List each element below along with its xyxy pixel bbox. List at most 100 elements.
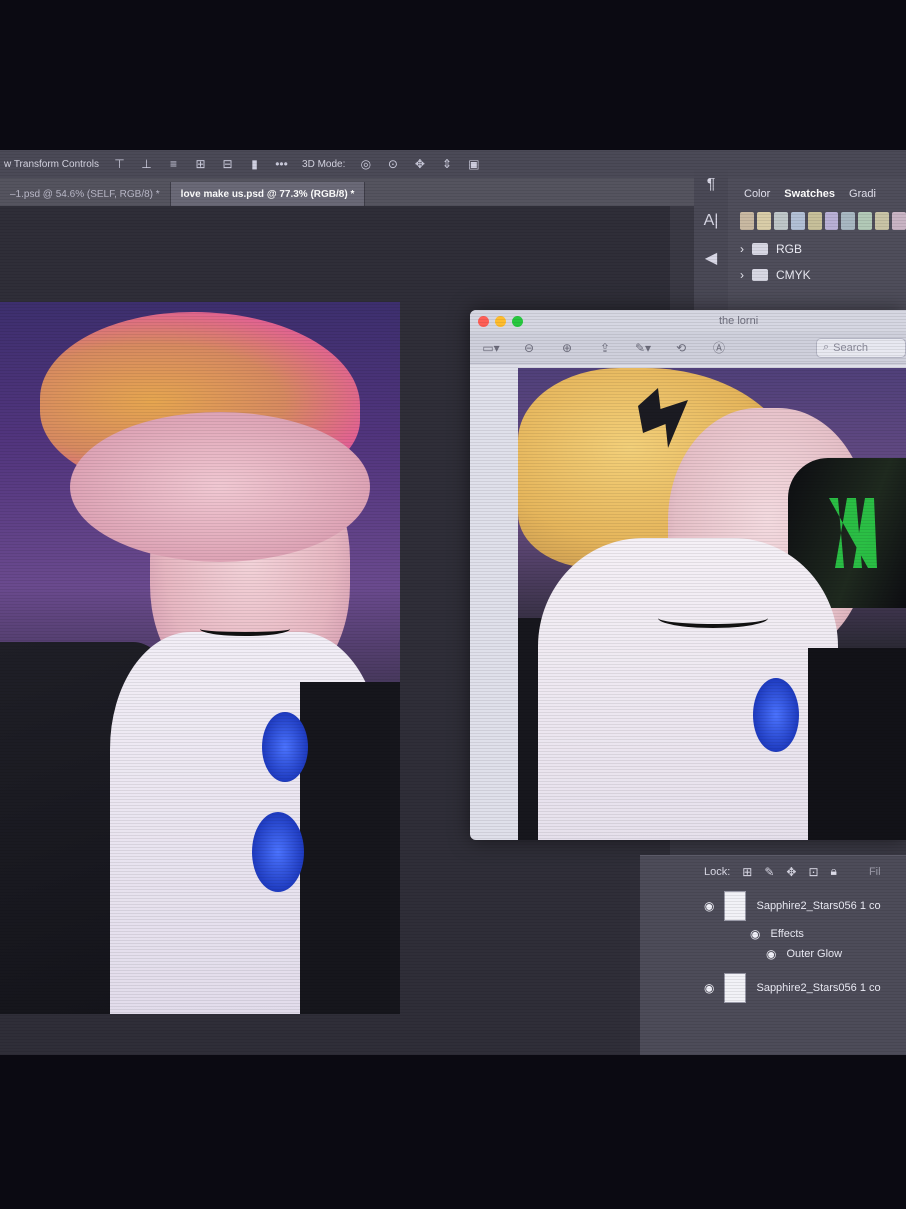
distribute-icon[interactable]: ⊞: [194, 157, 207, 171]
tab-document-1[interactable]: –1.psd @ 54.6% (SELF, RGB/8) *: [0, 182, 171, 206]
document-tabs: –1.psd @ 54.6% (SELF, RGB/8) * love make…: [0, 178, 700, 206]
layer-effect-outer-glow[interactable]: ◉ Outer Glow: [640, 941, 906, 961]
zoom-in-icon[interactable]: ⊕: [556, 339, 578, 357]
search-placeholder: Search: [833, 341, 869, 354]
lock-position-icon[interactable]: ✥: [786, 865, 796, 879]
sidebar-icon[interactable]: ▭▾: [480, 339, 502, 357]
eye-icon[interactable]: ◉: [704, 899, 714, 913]
right-tool-column: ¶ A| ◀: [694, 170, 728, 310]
transform-controls-label[interactable]: w Transform Controls: [4, 159, 99, 170]
rotate-icon[interactable]: ⟲: [670, 339, 692, 357]
lock-artboard-icon[interactable]: ⊡: [808, 865, 818, 879]
chevron-right-icon[interactable]: ›: [740, 268, 744, 282]
color-swatch[interactable]: [875, 212, 890, 230]
orbit-icon[interactable]: ◎: [359, 157, 372, 171]
photo-jacket: [808, 648, 906, 840]
color-swatch[interactable]: [807, 212, 822, 230]
pan-icon[interactable]: ✥: [413, 157, 426, 171]
swatch-row: [728, 200, 906, 230]
layer-name: Sapphire2_Stars056 1 co: [756, 982, 881, 994]
panel-tabs: Color Swatches Gradi: [728, 178, 906, 200]
annotate-icon[interactable]: Ⓐ: [708, 339, 730, 357]
fill-label: Fil: [868, 865, 881, 878]
tab-swatches[interactable]: Swatches: [784, 188, 835, 200]
photo-choker: [658, 608, 768, 628]
collapse-icon[interactable]: ◀: [705, 248, 717, 268]
window-title: the lorni: [719, 315, 759, 327]
tab-color[interactable]: Color: [744, 188, 770, 200]
layer-name: Sapphire2_Stars056 1 co: [756, 900, 881, 912]
color-swatch[interactable]: [892, 212, 906, 230]
align-icon[interactable]: ≡: [167, 157, 180, 171]
swatch-folder-rgb[interactable]: › RGB: [728, 230, 906, 256]
lock-pixels-icon[interactable]: ⊞: [742, 865, 752, 879]
lock-label: Lock:: [704, 865, 731, 878]
preview-titlebar: the lorni: [470, 310, 906, 332]
eye-icon[interactable]: ◉: [766, 947, 776, 961]
photo-hoodie: [538, 538, 838, 840]
align-icon[interactable]: ⊤: [113, 157, 126, 171]
color-swatch[interactable]: [858, 212, 873, 230]
3d-mode-label: 3D Mode:: [302, 158, 346, 170]
lock-all-icon[interactable]: 🔒︎: [831, 864, 837, 879]
layers-panel: Lock: ⊞ ✎ ✥ ⊡ 🔒︎ Fil ◉ Sapphire2_Stars05…: [640, 855, 906, 1055]
folder-icon: [752, 269, 768, 281]
lock-row: Lock: ⊞ ✎ ✥ ⊡ 🔒︎ Fil: [640, 856, 906, 879]
more-icon[interactable]: •••: [275, 157, 288, 171]
photoshop-window: w Transform Controls ⊤ ⊥ ≡ ⊞ ⊟ ▮ ••• 3D …: [0, 150, 906, 1055]
layer-thumbnail: [724, 973, 747, 1003]
distribute-icon[interactable]: ⊟: [221, 157, 234, 171]
scale-icon[interactable]: ▣: [467, 157, 480, 171]
align-icon[interactable]: ⊥: [140, 157, 153, 171]
share-icon[interactable]: ⇪: [594, 339, 616, 357]
effects-label: Effects: [770, 928, 804, 940]
swatch-folder-cmyk[interactable]: › CMYK: [728, 256, 906, 282]
tab-love-make-us[interactable]: love make us.psd @ 77.3% (RGB/8) *: [170, 182, 366, 206]
character-icon[interactable]: A|: [704, 212, 719, 230]
effect-label: Outer Glow: [786, 948, 843, 960]
artwork-hands: [70, 412, 370, 562]
monitor-bezel: [0, 1055, 906, 1209]
color-swatch[interactable]: [841, 212, 856, 230]
preview-toolbar: ▭▾ ⊖ ⊕ ⇪ ✎▾ ⟲ Ⓐ ⌕ Search: [470, 332, 906, 364]
layer-thumbnail: [724, 891, 747, 921]
zoom-icon[interactable]: [512, 315, 523, 327]
tab-gradients[interactable]: Gradi: [849, 188, 876, 200]
canvas-artwork[interactable]: [0, 302, 400, 1014]
folder-label: RGB: [776, 242, 803, 256]
paragraph-icon[interactable]: ¶: [707, 176, 716, 194]
slide-icon[interactable]: ⇕: [440, 157, 453, 171]
artwork-choker: [200, 622, 290, 636]
search-input[interactable]: ⌕ Search: [816, 337, 906, 358]
color-swatch[interactable]: [824, 212, 839, 230]
eye-icon[interactable]: ◉: [704, 981, 714, 995]
folder-label: CMYK: [776, 268, 811, 282]
markup-icon[interactable]: ✎▾: [632, 339, 654, 357]
artwork-sunglasses: [252, 812, 304, 892]
color-swatch[interactable]: [740, 212, 754, 230]
artwork-sunglasses: [262, 712, 308, 782]
photo-frame: w Transform Controls ⊤ ⊥ ≡ ⊞ ⊟ ▮ ••• 3D …: [0, 0, 906, 1209]
zoom-out-icon[interactable]: ⊖: [518, 339, 540, 357]
folder-icon: [752, 243, 768, 255]
preview-window: the lorni ▭▾ ⊖ ⊕ ⇪ ✎▾ ⟲ Ⓐ ⌕ Search: [470, 310, 906, 840]
lock-brush-icon[interactable]: ✎: [764, 865, 774, 879]
eye-icon[interactable]: ◉: [750, 927, 760, 941]
minimize-icon[interactable]: [495, 315, 506, 327]
search-icon: ⌕: [823, 341, 830, 353]
preview-photo[interactable]: [518, 368, 906, 840]
artwork-jacket: [300, 682, 400, 1014]
layer-effects-row[interactable]: ◉ Effects: [640, 921, 906, 941]
swatches-panel: Color Swatches Gradi › RGB › CMYK: [728, 178, 906, 313]
close-icon[interactable]: [478, 315, 489, 327]
layer-row[interactable]: ◉ Sapphire2_Stars056 1 co: [640, 879, 906, 921]
roll-icon[interactable]: ⊙: [386, 157, 399, 171]
layer-row[interactable]: ◉ Sapphire2_Stars056 1 co: [640, 961, 906, 1003]
options-bar: w Transform Controls ⊤ ⊥ ≡ ⊞ ⊟ ▮ ••• 3D …: [0, 150, 906, 178]
distribute-icon[interactable]: ▮: [248, 157, 261, 171]
chevron-right-icon[interactable]: ›: [740, 242, 744, 256]
color-swatch[interactable]: [756, 212, 771, 230]
color-swatch[interactable]: [773, 212, 788, 230]
photo-sunglasses: [753, 678, 799, 752]
color-swatch[interactable]: [790, 212, 805, 230]
